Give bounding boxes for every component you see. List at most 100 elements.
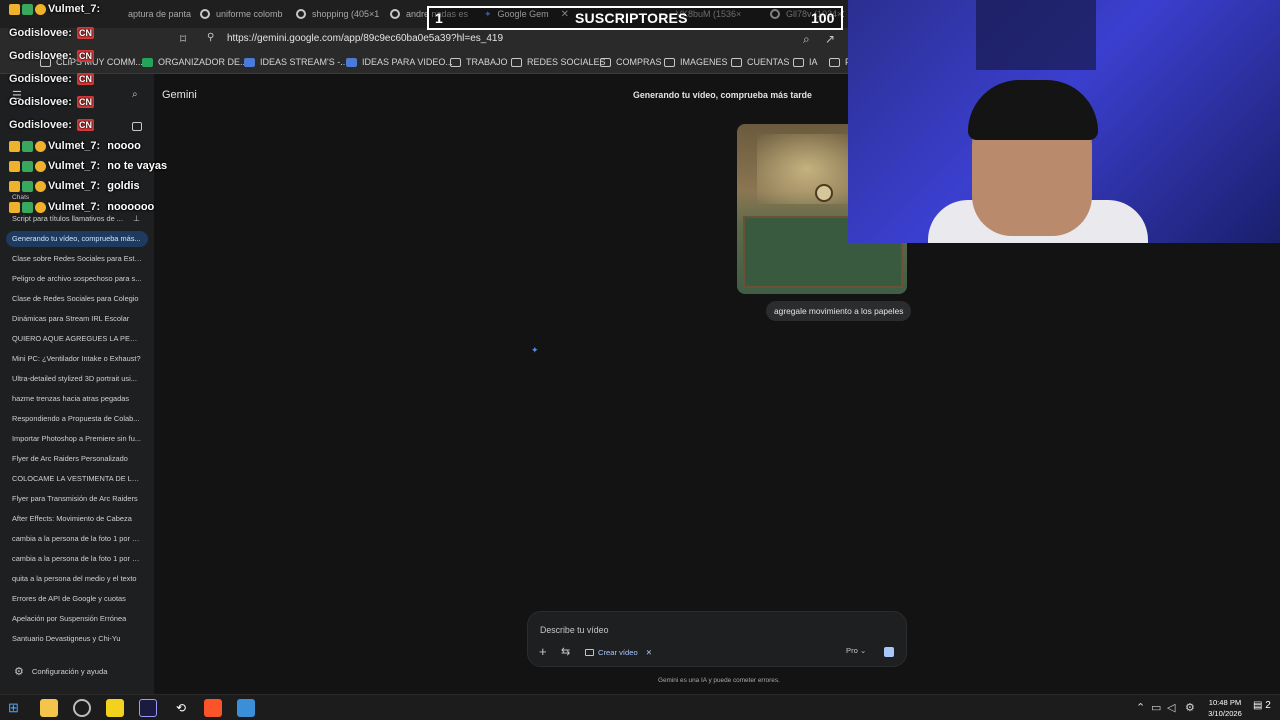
- create-video-chip[interactable]: Crear vídeo ✕: [585, 645, 652, 659]
- level-badge-icon: [35, 140, 46, 152]
- chat-item[interactable]: QUIERO AQUE AGREGUES LA PERON...: [6, 331, 148, 347]
- bookmark-label: COMPRAS: [616, 57, 662, 67]
- chat-username: Godislovee:: [9, 73, 72, 85]
- chat-item[interactable]: COLOCAME LA VESTIMENTA DE LA I...: [6, 471, 148, 487]
- tab[interactable]: shopping (405×1: [296, 4, 382, 24]
- level-badge-icon: [35, 160, 46, 172]
- prompt-box[interactable]: Describe tu vídeo + ⇆ Crear vídeo ✕ Pro …: [527, 611, 907, 667]
- bookmark-folder[interactable]: CUENTAS: [731, 57, 789, 67]
- bookmark-item[interactable]: ORGANIZADOR DE...: [142, 57, 248, 67]
- brave-browser-icon[interactable]: [204, 699, 222, 717]
- chat-message: Vulmet_7: no te vayas: [9, 160, 167, 172]
- bookmark-icon[interactable]: ⌑: [180, 32, 186, 46]
- chat-item[interactable]: Errores de API de Google y cuotas: [6, 591, 148, 607]
- folder-icon: [731, 57, 742, 67]
- bookmark-folder[interactable]: COMPRAS: [600, 57, 662, 67]
- globe-icon: [296, 9, 306, 19]
- zoom-icon[interactable]: ⌕: [803, 32, 810, 47]
- chat-item[interactable]: Importar Photoshop a Premiere sin fu...: [6, 431, 148, 447]
- settings-button[interactable]: ⚙ Configuración y ayuda: [14, 665, 107, 678]
- chat-item-active[interactable]: Generando tu vídeo, comprueba más...: [6, 231, 148, 247]
- chat-item[interactable]: After Effects: Movimiento de Cabeza: [6, 511, 148, 527]
- tab[interactable]: aptura de panta: [128, 4, 198, 24]
- wall-poster: [976, 0, 1096, 70]
- add-icon[interactable]: +: [539, 645, 547, 659]
- chat-username: Vulmet_7:: [48, 180, 101, 192]
- chat-item[interactable]: cambia a la persona de la foto 1 por e..…: [6, 551, 148, 567]
- premiere-icon[interactable]: [139, 699, 157, 717]
- share-icon[interactable]: ↗: [825, 32, 835, 46]
- chat-message: Godislovee: CN: [9, 73, 94, 85]
- search-icon[interactable]: ⌕: [132, 89, 138, 100]
- bookmark-label: CUENTAS: [747, 57, 790, 67]
- webcam-feed: [848, 0, 1280, 243]
- chat-username: Godislovee:: [9, 119, 72, 131]
- bookmark-item[interactable]: IDEAS PARA VIDEO...: [346, 57, 453, 67]
- site-info-icon[interactable]: ⚲: [207, 32, 214, 43]
- volume-icon[interactable]: ◁: [1167, 701, 1175, 714]
- sheets-icon: [142, 57, 153, 67]
- chat-item[interactable]: Clase sobre Redes Sociales para Estu...: [6, 251, 148, 267]
- settings-tray-icon[interactable]: ⚙: [1185, 701, 1195, 714]
- subscriber-goal-overlay: 1 SUSCRIPTORES 100: [427, 6, 843, 30]
- chat-username: Godislovee:: [9, 27, 72, 39]
- folder-icon: [664, 57, 675, 67]
- chat-item[interactable]: Santuario Devastigneus y Chi-Yu: [6, 631, 148, 647]
- chat-item[interactable]: Apelación por Suspensión Errónea: [6, 611, 148, 627]
- chat-item[interactable]: Ultra-detailed stylized 3D portrait usi.…: [6, 371, 148, 387]
- notes-icon[interactable]: [106, 699, 124, 717]
- chat-message: Vulmet_7: noooo: [9, 140, 141, 152]
- pin-icon: ⊥: [133, 214, 140, 223]
- chat-item[interactable]: cambia a la persona de la foto 1 por e..…: [6, 531, 148, 547]
- chat-item[interactable]: Peligro de archivo sospechoso para s...: [6, 271, 148, 287]
- windows-start-icon[interactable]: ⊞: [8, 699, 26, 717]
- file-explorer-icon[interactable]: [40, 699, 58, 717]
- stop-button[interactable]: [884, 647, 894, 657]
- chat-item[interactable]: Dinámicas para Stream IRL Escolar: [6, 311, 148, 327]
- bookmark-label: ORGANIZADOR DE...: [158, 57, 248, 67]
- chat-username: Godislovee:: [9, 50, 72, 62]
- bookmark-label: IDEAS STREAM'S -...: [260, 57, 348, 67]
- chat-item[interactable]: Flyer para Transmisión de Arc Raiders: [6, 491, 148, 507]
- chat-item[interactable]: hazme trenzas hacia atras pegadas: [6, 391, 148, 407]
- chat-username: Vulmet_7:: [48, 201, 101, 213]
- new-chat-icon[interactable]: [132, 122, 142, 131]
- network-icon[interactable]: ▭: [1151, 701, 1161, 714]
- obs-icon[interactable]: [73, 699, 91, 717]
- tools-icon[interactable]: ⇆: [561, 646, 570, 658]
- chat-item[interactable]: quita a la persona del medio y el texto: [6, 571, 148, 587]
- chevron-up-icon[interactable]: ⌃: [1136, 701, 1145, 714]
- bookmark-folder[interactable]: REDES SOCIALES: [511, 57, 606, 67]
- bookmarks-bar: CLIPS MUY COMM... ORGANIZADOR DE... IDEA…: [0, 52, 851, 74]
- tab[interactable]: uniforme colomb: [200, 4, 288, 24]
- chat-item[interactable]: Flyer de Arc Raiders Personalizado: [6, 451, 148, 467]
- bookmark-item[interactable]: IDEAS STREAM'S -...: [244, 57, 348, 67]
- docs-icon: [244, 57, 255, 67]
- chat-item[interactable]: Respondiendo a Propuesta de Colab...: [6, 411, 148, 427]
- chat-item[interactable]: Mini PC: ¿Ventilador Intake o Exhaust?: [6, 351, 148, 367]
- conversation-title: Generando tu vídeo, comprueba más tarde: [633, 90, 812, 100]
- notification-icon[interactable]: ▤ 2: [1253, 700, 1271, 711]
- chat-message: Vulmet_7: goldis: [9, 180, 140, 192]
- chat-item[interactable]: Clase de Redes Sociales para Colegio: [6, 291, 148, 307]
- chat-text: no te vayas: [107, 160, 168, 172]
- clock[interactable]: 10:48 PM 3/10/2026: [1203, 697, 1247, 719]
- url-field[interactable]: https://gemini.google.com/app/89c9ec60ba…: [227, 33, 503, 44]
- app-title[interactable]: Gemini: [162, 89, 197, 101]
- level-badge-icon: [35, 180, 46, 192]
- model-selector[interactable]: Pro ⌄: [846, 646, 866, 655]
- level-badge-icon: [35, 201, 46, 213]
- level-badge-icon: [35, 3, 46, 15]
- capcut-icon[interactable]: ⟲: [172, 699, 190, 717]
- chat-item[interactable]: Script para títulos llamativos de ...: [6, 211, 148, 227]
- google-icon: [200, 9, 210, 19]
- bookmark-folder[interactable]: IMAGENES: [664, 57, 728, 67]
- remove-chip-icon[interactable]: ✕: [646, 648, 652, 657]
- bookmark-label: TRABAJO: [466, 57, 508, 67]
- prompt-input[interactable]: Describe tu vídeo: [540, 625, 608, 635]
- notepad-icon[interactable]: [237, 699, 255, 717]
- bookmark-folder[interactable]: IA: [793, 57, 818, 67]
- subscriber-count: 1: [435, 10, 443, 26]
- folder-icon: [829, 57, 840, 67]
- bookmark-folder[interactable]: TRABAJO: [450, 57, 508, 67]
